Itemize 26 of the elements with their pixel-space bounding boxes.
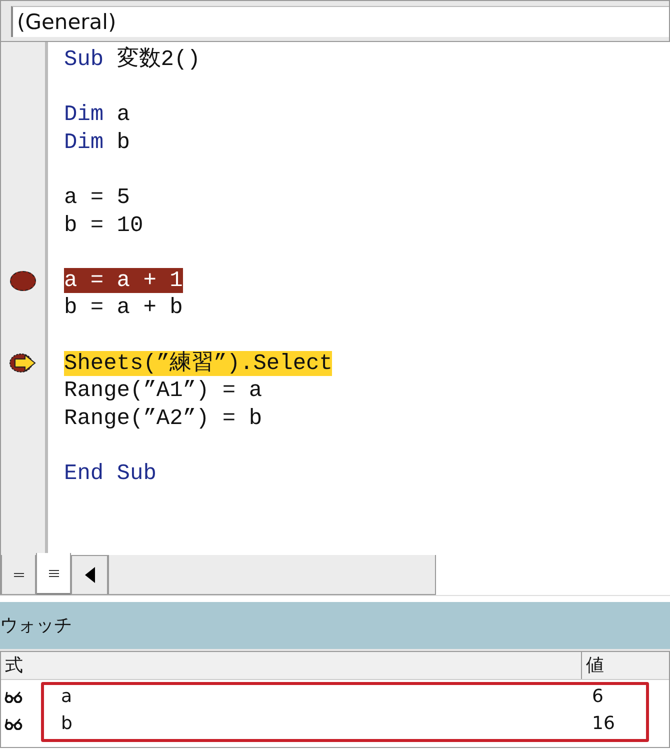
watch-window-title: ウォッチ (0, 602, 670, 651)
code-line: Dim a (64, 102, 130, 128)
watch-expression: b (60, 713, 74, 734)
glasses-icon (4, 690, 24, 702)
horizontal-scrollbar[interactable] (108, 555, 436, 595)
glasses-icon (4, 718, 24, 730)
watch-value: 6 (591, 686, 604, 707)
lines-icon (14, 572, 24, 576)
code-line: b = a + b (64, 295, 183, 320)
code-line: Sub 変数2() (64, 47, 200, 72)
module-view-button[interactable] (36, 553, 71, 595)
code-line: End Sub (64, 460, 156, 486)
column-header[interactable]: 式 (1, 652, 582, 679)
breakpoint-icon[interactable] (10, 270, 36, 291)
object-dropdown[interactable]: (General) (11, 6, 669, 37)
column-header[interactable]: 値 (582, 652, 669, 679)
watch-expression: a (60, 686, 74, 707)
code-line: b = 10 (64, 212, 144, 238)
code-line: Range(”A2”) = b (64, 406, 262, 431)
watch-value: 16 (591, 713, 616, 734)
scroll-left-button[interactable] (71, 555, 108, 595)
code-line: Range(”A1”) = a (64, 378, 262, 404)
code-line: Dim b (64, 130, 130, 155)
code-line: a = 5 (64, 184, 130, 210)
lines-icon (48, 570, 58, 576)
left-triangle-icon (84, 567, 94, 583)
